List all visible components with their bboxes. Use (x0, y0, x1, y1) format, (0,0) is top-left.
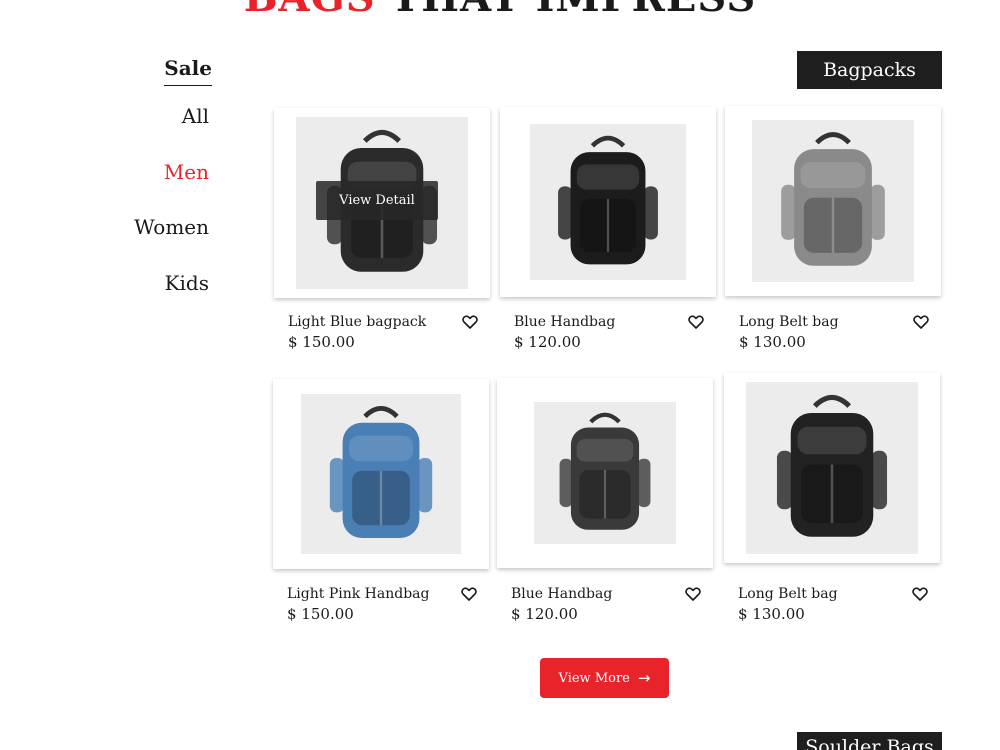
heart-icon[interactable] (461, 587, 477, 601)
heart-icon[interactable] (462, 315, 478, 329)
product-name[interactable]: Long Belt bag (738, 586, 838, 602)
sidebar-item-men[interactable]: Men (164, 160, 209, 184)
product-image[interactable] (500, 107, 716, 297)
product-photo (530, 124, 686, 280)
section-tab-soulder-bags[interactable]: Soulder Bags (797, 732, 942, 750)
sidebar-item-all[interactable]: All (182, 104, 209, 128)
product-image[interactable] (724, 373, 940, 563)
product-price: $ 120.00 (514, 333, 581, 351)
heart-icon[interactable] (685, 587, 701, 601)
view-detail-button[interactable]: View Detail (316, 181, 438, 220)
hero-title-rest: THAT IMPRESS (391, 0, 757, 21)
product-image[interactable] (497, 378, 713, 568)
arrow-right-icon: → (637, 668, 651, 687)
product-image[interactable]: View Detail (274, 108, 490, 298)
product-name[interactable]: Light Pink Handbag (287, 586, 429, 602)
view-more-button[interactable]: View More → (540, 658, 669, 698)
hero-title-accent: BAGS (244, 0, 376, 21)
product-name[interactable]: Light Blue bagpack (288, 314, 426, 330)
product-name[interactable]: Long Belt bag (739, 314, 839, 330)
heart-icon[interactable] (913, 315, 929, 329)
product-name[interactable]: Blue Handbag (514, 314, 615, 330)
product-photo (746, 382, 918, 554)
heart-icon[interactable] (688, 315, 704, 329)
product-price: $ 150.00 (288, 333, 355, 351)
sidebar-item-women[interactable]: Women (134, 215, 209, 239)
product-photo (752, 120, 914, 282)
product-price: $ 130.00 (738, 605, 805, 623)
category-sidebar: Sale All Men Women Kids (0, 0, 212, 320)
sidebar-item-kids[interactable]: Kids (165, 271, 209, 295)
product-price: $ 120.00 (511, 605, 578, 623)
heart-icon[interactable] (912, 587, 928, 601)
view-more-label: View More (558, 670, 630, 686)
product-price: $ 130.00 (739, 333, 806, 351)
sidebar-heading: Sale (164, 56, 212, 86)
product-name[interactable]: Blue Handbag (511, 586, 612, 602)
product-image[interactable] (273, 379, 489, 569)
section-tab-bagpacks[interactable]: Bagpacks (797, 51, 942, 89)
product-image[interactable] (725, 106, 941, 296)
product-photo (534, 402, 676, 544)
product-price: $ 150.00 (287, 605, 354, 623)
product-photo (301, 394, 461, 554)
